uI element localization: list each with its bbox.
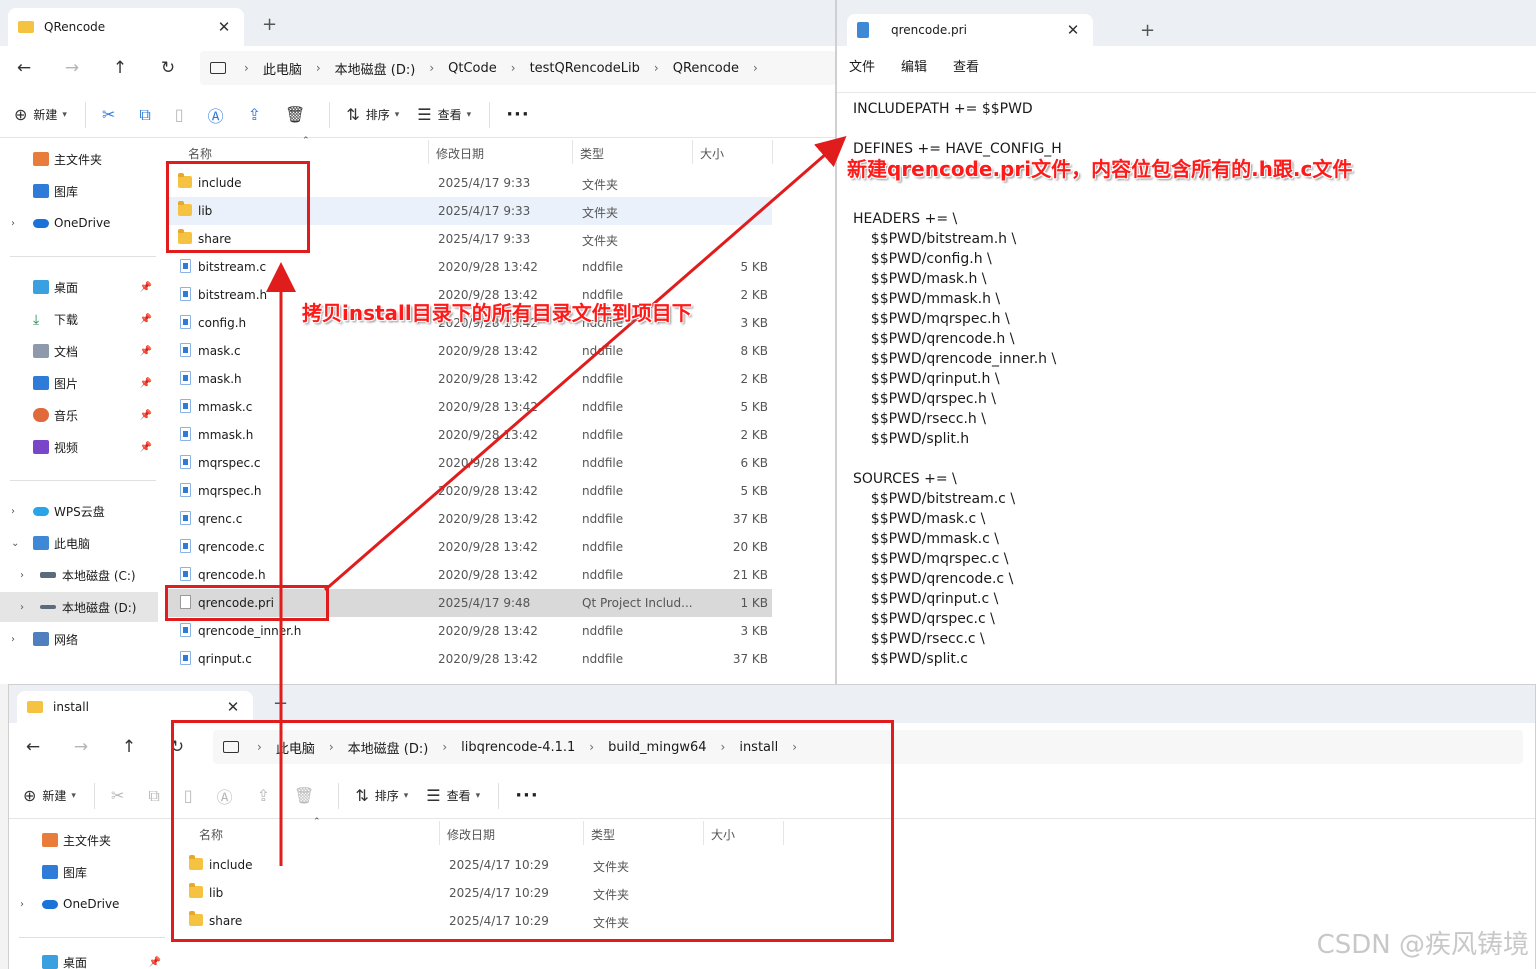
copy-annotation: 拷贝install目录下的所有目录文件到项目下 (302, 301, 692, 325)
annotation-arrows (266, 136, 847, 866)
arrow-pri (324, 136, 847, 592)
